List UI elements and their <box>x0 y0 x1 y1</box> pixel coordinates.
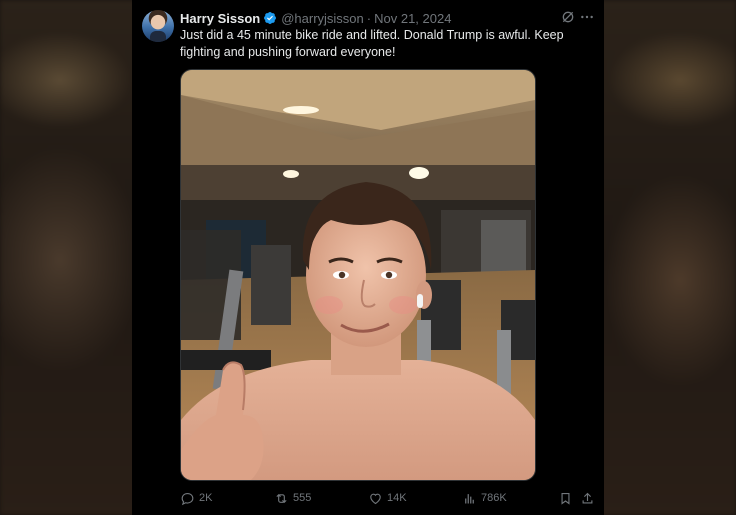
bookmark-icon <box>561 492 570 505</box>
reply-icon <box>181 492 194 505</box>
grok-icon[interactable] <box>560 9 576 25</box>
like-button[interactable]: 14K <box>368 488 407 508</box>
reply-button[interactable]: 2K <box>180 488 212 508</box>
verified-badge-icon <box>264 12 277 24</box>
views-icon <box>465 493 474 503</box>
tweet-photo[interactable] <box>180 69 536 481</box>
heart-icon <box>370 493 381 504</box>
repost-button[interactable]: 555 <box>274 488 311 508</box>
share-button[interactable] <box>580 488 595 508</box>
views-button[interactable]: 786K <box>462 488 507 508</box>
author-handle[interactable]: @harryjsisson <box>281 11 364 26</box>
avatar[interactable] <box>142 10 174 42</box>
repost-icon <box>276 493 287 503</box>
bookmark-button[interactable] <box>558 488 573 508</box>
views-count: 786K <box>481 492 507 504</box>
tweet-date[interactable]: Nov 21, 2024 <box>374 11 451 26</box>
reply-count: 2K <box>199 492 213 504</box>
share-icon <box>582 492 593 503</box>
repost-count: 555 <box>293 492 312 504</box>
author-name[interactable]: Harry Sisson <box>180 11 260 26</box>
separator-dot: · <box>366 10 372 26</box>
more-icon[interactable] <box>579 9 595 25</box>
tweet-card[interactable]: Harry Sisson @harryjsisson · Nov 21, 202… <box>132 0 604 515</box>
tweet-header: Harry Sisson @harryjsisson · Nov 21, 202… <box>180 9 580 27</box>
action-bar: 2K 555 14K 786K <box>180 488 594 508</box>
tweet-text: Just did a 45 minute bike ride and lifte… <box>180 28 564 59</box>
like-count: 14K <box>387 492 407 504</box>
